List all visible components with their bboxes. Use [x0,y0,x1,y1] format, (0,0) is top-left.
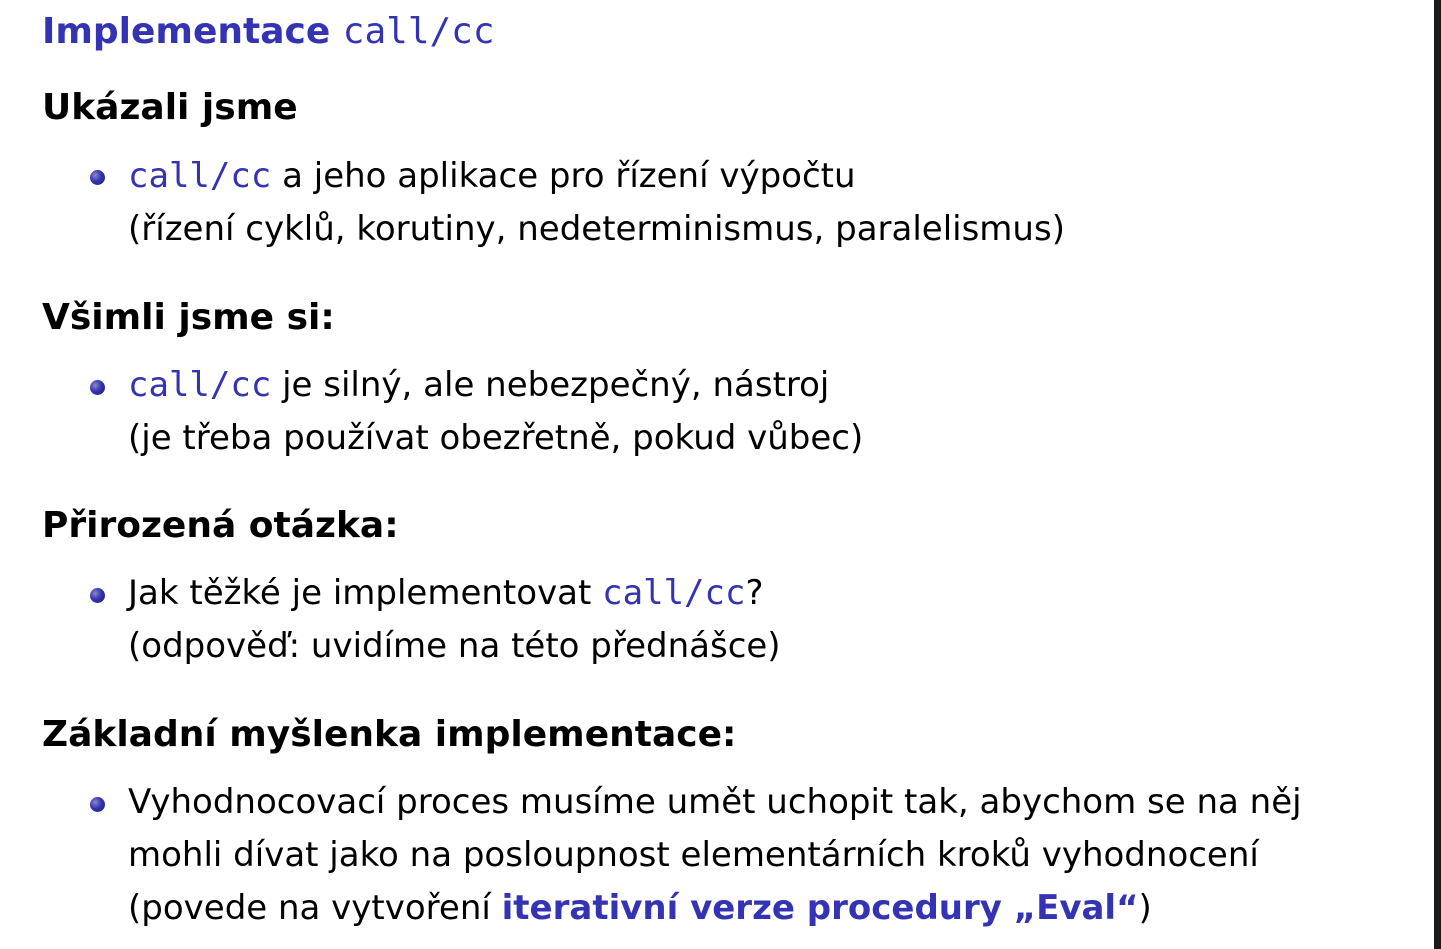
bullet-icon [90,588,105,603]
bullet-line-2: (řízení cyklů, korutiny, nedeterminismus… [128,209,1065,249]
emphasis-text: iterativní verze procedury „Eval“ [501,888,1139,928]
slide: Implementace call/cc Ukázali jsme call/c… [0,0,1434,949]
bullet-text: Jak těžké je implementovat [128,573,603,613]
section-heading-noticed: Všimli jsme si: [42,297,335,338]
bullet-line-3: (povede na vytvoření iterativní verze pr… [128,887,1152,929]
bullet-suffix: ? [745,573,764,613]
slide-title: Implementace call/cc [42,10,495,54]
bullet-icon [90,797,105,812]
bullet-text: a jeho aplikace pro řízení výpočtu [271,156,856,196]
slide-title-code: call/cc [342,11,495,52]
bullet-line-2: (je třeba používat obezřetně, pokud vůbe… [128,418,864,458]
inline-code: call/cc [602,573,746,613]
bullet-line-1: Jak těžké je implementovat call/cc? [128,572,764,614]
bullet-icon [90,380,105,395]
bullet-line-1: call/cc a jeho aplikace pro řízení výpoč… [128,155,856,197]
bullet-line3-prefix: (povede na vytvoření [128,888,502,928]
slide-title-text: Implementace [42,11,331,52]
section-heading-idea: Základní myšlenka implementace: [42,714,737,755]
slide-edge-border [1434,0,1441,949]
inline-code: call/cc [128,156,272,196]
section-heading-question: Přirozená otázka: [42,505,399,546]
bullet-line-2: mohli dívat jako na posloupnost elementá… [128,835,1259,875]
inline-code: call/cc [128,365,272,405]
bullet-line-2: (odpověď: uvidíme na této přednášce) [128,626,781,666]
bullet-text: je silný, ale nebezpečný, nástroj [271,365,830,405]
section-heading-shown: Ukázali jsme [42,87,298,128]
bullet-icon [90,170,105,185]
bullet-line3-suffix: ) [1138,888,1152,928]
bullet-line-1: Vyhodnocovací proces musíme umět uchopit… [128,782,1302,822]
bullet-line-1: call/cc je silný, ale nebezpečný, nástro… [128,364,829,406]
